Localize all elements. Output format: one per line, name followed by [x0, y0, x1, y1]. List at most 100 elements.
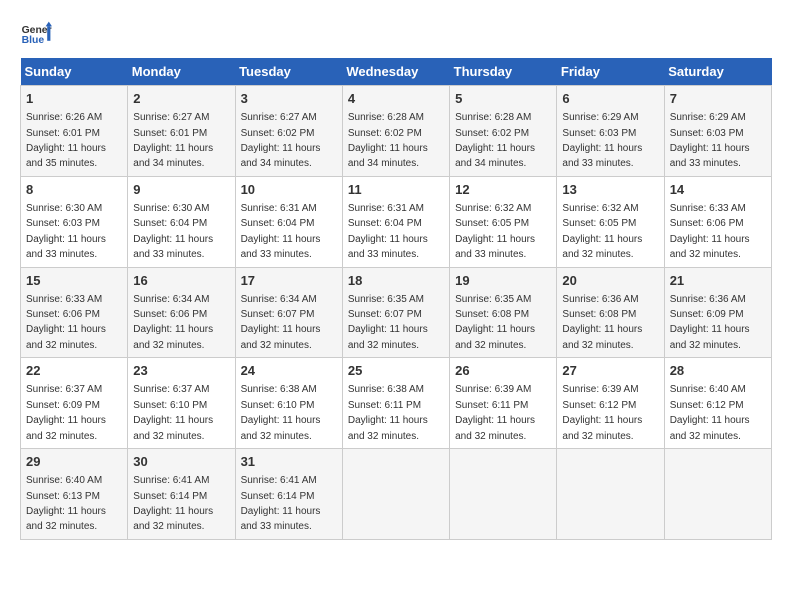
day-detail: Sunrise: 6:35 AMSunset: 6:08 PMDaylight:…	[455, 294, 535, 351]
calendar-cell	[664, 449, 771, 540]
day-number: 23	[133, 362, 229, 380]
day-number: 18	[348, 272, 444, 290]
calendar-cell: 30 Sunrise: 6:41 AMSunset: 6:14 PMDaylig…	[128, 449, 235, 540]
day-number: 1	[26, 90, 122, 108]
calendar-cell: 17 Sunrise: 6:34 AMSunset: 6:07 PMDaylig…	[235, 267, 342, 358]
day-detail: Sunrise: 6:39 AMSunset: 6:11 PMDaylight:…	[455, 384, 535, 441]
day-detail: Sunrise: 6:38 AMSunset: 6:10 PMDaylight:…	[241, 384, 321, 441]
calendar-cell: 25 Sunrise: 6:38 AMSunset: 6:11 PMDaylig…	[342, 358, 449, 449]
calendar-cell: 23 Sunrise: 6:37 AMSunset: 6:10 PMDaylig…	[128, 358, 235, 449]
day-detail: Sunrise: 6:26 AMSunset: 6:01 PMDaylight:…	[26, 112, 106, 169]
day-number: 3	[241, 90, 337, 108]
day-detail: Sunrise: 6:38 AMSunset: 6:11 PMDaylight:…	[348, 384, 428, 441]
calendar-cell	[557, 449, 664, 540]
col-tuesday: Tuesday	[235, 58, 342, 86]
day-number: 4	[348, 90, 444, 108]
day-detail: Sunrise: 6:34 AMSunset: 6:07 PMDaylight:…	[241, 294, 321, 351]
calendar-row: 22 Sunrise: 6:37 AMSunset: 6:09 PMDaylig…	[21, 358, 772, 449]
calendar-cell: 4 Sunrise: 6:28 AMSunset: 6:02 PMDayligh…	[342, 86, 449, 177]
day-number: 12	[455, 181, 551, 199]
day-detail: Sunrise: 6:41 AMSunset: 6:14 PMDaylight:…	[133, 475, 213, 532]
calendar-cell: 15 Sunrise: 6:33 AMSunset: 6:06 PMDaylig…	[21, 267, 128, 358]
day-detail: Sunrise: 6:34 AMSunset: 6:06 PMDaylight:…	[133, 294, 213, 351]
day-number: 9	[133, 181, 229, 199]
calendar-cell: 9 Sunrise: 6:30 AMSunset: 6:04 PMDayligh…	[128, 176, 235, 267]
day-number: 2	[133, 90, 229, 108]
day-detail: Sunrise: 6:31 AMSunset: 6:04 PMDaylight:…	[241, 203, 321, 260]
calendar-cell: 27 Sunrise: 6:39 AMSunset: 6:12 PMDaylig…	[557, 358, 664, 449]
day-number: 27	[562, 362, 658, 380]
day-detail: Sunrise: 6:37 AMSunset: 6:10 PMDaylight:…	[133, 384, 213, 441]
day-detail: Sunrise: 6:29 AMSunset: 6:03 PMDaylight:…	[562, 112, 642, 169]
calendar-cell: 31 Sunrise: 6:41 AMSunset: 6:14 PMDaylig…	[235, 449, 342, 540]
day-number: 22	[26, 362, 122, 380]
calendar-cell	[342, 449, 449, 540]
logo: General Blue	[20, 20, 52, 48]
day-number: 29	[26, 453, 122, 471]
calendar-row: 29 Sunrise: 6:40 AMSunset: 6:13 PMDaylig…	[21, 449, 772, 540]
day-detail: Sunrise: 6:36 AMSunset: 6:09 PMDaylight:…	[670, 294, 750, 351]
day-detail: Sunrise: 6:40 AMSunset: 6:12 PMDaylight:…	[670, 384, 750, 441]
day-number: 30	[133, 453, 229, 471]
day-number: 8	[26, 181, 122, 199]
calendar-cell: 26 Sunrise: 6:39 AMSunset: 6:11 PMDaylig…	[450, 358, 557, 449]
calendar-cell: 18 Sunrise: 6:35 AMSunset: 6:07 PMDaylig…	[342, 267, 449, 358]
col-sunday: Sunday	[21, 58, 128, 86]
calendar-cell: 12 Sunrise: 6:32 AMSunset: 6:05 PMDaylig…	[450, 176, 557, 267]
day-detail: Sunrise: 6:27 AMSunset: 6:02 PMDaylight:…	[241, 112, 321, 169]
day-detail: Sunrise: 6:36 AMSunset: 6:08 PMDaylight:…	[562, 294, 642, 351]
day-detail: Sunrise: 6:35 AMSunset: 6:07 PMDaylight:…	[348, 294, 428, 351]
day-number: 14	[670, 181, 766, 199]
col-monday: Monday	[128, 58, 235, 86]
logo-icon: General Blue	[20, 20, 52, 48]
calendar-cell: 11 Sunrise: 6:31 AMSunset: 6:04 PMDaylig…	[342, 176, 449, 267]
calendar-cell: 6 Sunrise: 6:29 AMSunset: 6:03 PMDayligh…	[557, 86, 664, 177]
calendar-body: 1 Sunrise: 6:26 AMSunset: 6:01 PMDayligh…	[21, 86, 772, 540]
day-number: 11	[348, 181, 444, 199]
day-number: 31	[241, 453, 337, 471]
day-detail: Sunrise: 6:30 AMSunset: 6:03 PMDaylight:…	[26, 203, 106, 260]
day-detail: Sunrise: 6:32 AMSunset: 6:05 PMDaylight:…	[455, 203, 535, 260]
day-detail: Sunrise: 6:41 AMSunset: 6:14 PMDaylight:…	[241, 475, 321, 532]
calendar-cell: 24 Sunrise: 6:38 AMSunset: 6:10 PMDaylig…	[235, 358, 342, 449]
calendar-cell: 3 Sunrise: 6:27 AMSunset: 6:02 PMDayligh…	[235, 86, 342, 177]
col-thursday: Thursday	[450, 58, 557, 86]
calendar-row: 15 Sunrise: 6:33 AMSunset: 6:06 PMDaylig…	[21, 267, 772, 358]
day-number: 19	[455, 272, 551, 290]
day-number: 28	[670, 362, 766, 380]
day-number: 24	[241, 362, 337, 380]
calendar-cell: 20 Sunrise: 6:36 AMSunset: 6:08 PMDaylig…	[557, 267, 664, 358]
calendar-cell: 1 Sunrise: 6:26 AMSunset: 6:01 PMDayligh…	[21, 86, 128, 177]
day-number: 26	[455, 362, 551, 380]
day-number: 15	[26, 272, 122, 290]
calendar-cell	[450, 449, 557, 540]
header-row: Sunday Monday Tuesday Wednesday Thursday…	[21, 58, 772, 86]
day-detail: Sunrise: 6:31 AMSunset: 6:04 PMDaylight:…	[348, 203, 428, 260]
calendar-cell: 28 Sunrise: 6:40 AMSunset: 6:12 PMDaylig…	[664, 358, 771, 449]
day-number: 17	[241, 272, 337, 290]
day-detail: Sunrise: 6:37 AMSunset: 6:09 PMDaylight:…	[26, 384, 106, 441]
day-detail: Sunrise: 6:30 AMSunset: 6:04 PMDaylight:…	[133, 203, 213, 260]
calendar-cell: 2 Sunrise: 6:27 AMSunset: 6:01 PMDayligh…	[128, 86, 235, 177]
day-number: 10	[241, 181, 337, 199]
col-wednesday: Wednesday	[342, 58, 449, 86]
col-saturday: Saturday	[664, 58, 771, 86]
day-number: 5	[455, 90, 551, 108]
calendar-cell: 8 Sunrise: 6:30 AMSunset: 6:03 PMDayligh…	[21, 176, 128, 267]
day-detail: Sunrise: 6:39 AMSunset: 6:12 PMDaylight:…	[562, 384, 642, 441]
day-detail: Sunrise: 6:32 AMSunset: 6:05 PMDaylight:…	[562, 203, 642, 260]
calendar-row: 1 Sunrise: 6:26 AMSunset: 6:01 PMDayligh…	[21, 86, 772, 177]
day-detail: Sunrise: 6:28 AMSunset: 6:02 PMDaylight:…	[455, 112, 535, 169]
day-number: 7	[670, 90, 766, 108]
calendar-cell: 10 Sunrise: 6:31 AMSunset: 6:04 PMDaylig…	[235, 176, 342, 267]
calendar-cell: 16 Sunrise: 6:34 AMSunset: 6:06 PMDaylig…	[128, 267, 235, 358]
day-number: 16	[133, 272, 229, 290]
calendar-cell: 7 Sunrise: 6:29 AMSunset: 6:03 PMDayligh…	[664, 86, 771, 177]
calendar-cell: 21 Sunrise: 6:36 AMSunset: 6:09 PMDaylig…	[664, 267, 771, 358]
calendar-cell: 29 Sunrise: 6:40 AMSunset: 6:13 PMDaylig…	[21, 449, 128, 540]
day-detail: Sunrise: 6:28 AMSunset: 6:02 PMDaylight:…	[348, 112, 428, 169]
calendar-row: 8 Sunrise: 6:30 AMSunset: 6:03 PMDayligh…	[21, 176, 772, 267]
day-detail: Sunrise: 6:33 AMSunset: 6:06 PMDaylight:…	[26, 294, 106, 351]
day-number: 21	[670, 272, 766, 290]
day-detail: Sunrise: 6:27 AMSunset: 6:01 PMDaylight:…	[133, 112, 213, 169]
